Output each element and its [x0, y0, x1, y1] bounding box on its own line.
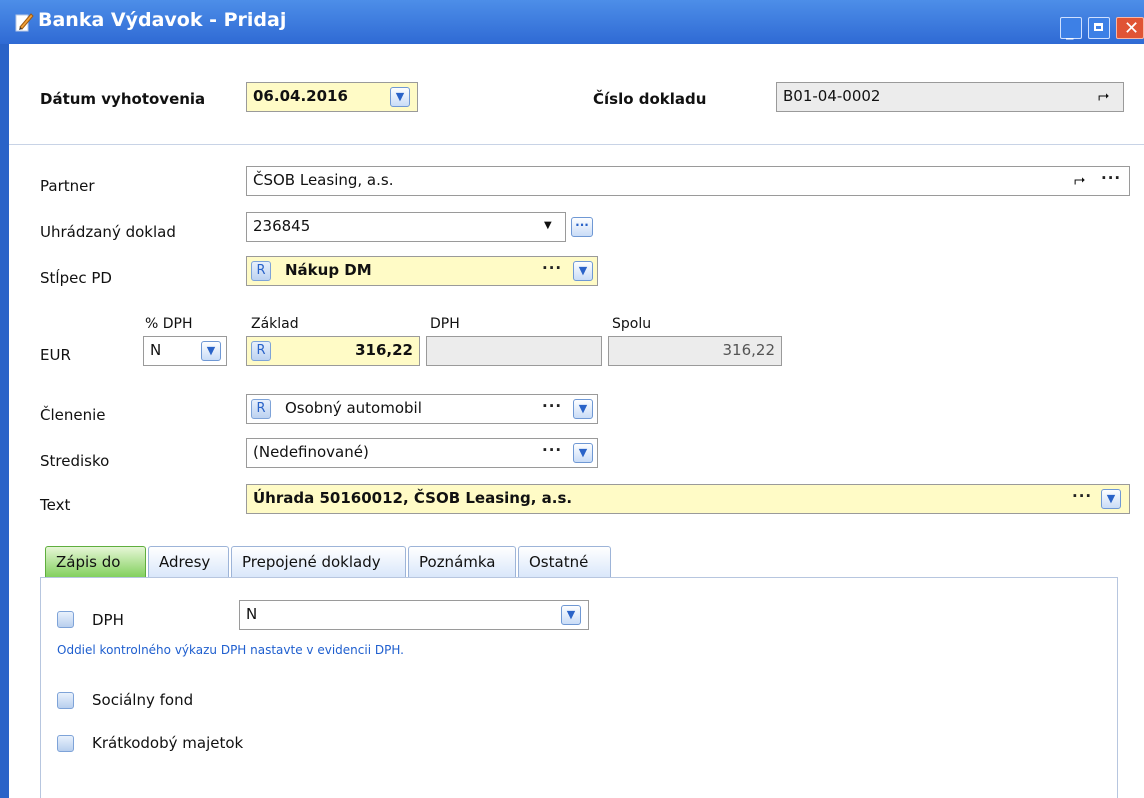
chevron-down-icon: ▼: [395, 90, 405, 103]
pencil-icon: [15, 13, 34, 32]
column-pd-r-badge[interactable]: R: [251, 261, 271, 281]
maximize-button[interactable]: [1088, 17, 1110, 39]
text-label: Text: [40, 496, 71, 514]
window-title: Banka Výdavok - Pridaj: [38, 9, 287, 31]
center-dropdown-button[interactable]: ▼: [573, 443, 593, 463]
base-amount-input[interactable]: 316,22: [246, 336, 420, 366]
chevron-down-icon: ▼: [578, 264, 588, 277]
text-dropdown-button[interactable]: ▼: [1101, 489, 1121, 509]
short-term-asset-checkbox[interactable]: [57, 735, 74, 752]
vat-info-text: Oddiel kontrolného výkazu DPH nastavte v…: [57, 643, 404, 657]
vat-pct-label: % DPH: [145, 316, 193, 332]
column-pd-value: Nákup DM: [285, 261, 372, 279]
total-label: Spolu: [612, 316, 652, 332]
base-r-badge[interactable]: R: [251, 341, 271, 361]
dialog-window: Banka Výdavok - Pridaj _ ✕ Dátum vyhotov…: [0, 0, 1144, 798]
maximize-icon: [1094, 23, 1103, 31]
chevron-down-icon: ▼: [578, 402, 588, 415]
paid-doc-label: Uhrádzaný doklad: [40, 223, 176, 241]
close-icon: ✕: [1124, 18, 1140, 39]
chevron-down-icon: ▼: [566, 608, 576, 621]
social-fund-label: Sociálny fond: [92, 691, 194, 709]
breakdown-dropdown-button[interactable]: ▼: [573, 399, 593, 419]
doc-number-label: Číslo dokladu: [593, 90, 707, 108]
tab-zapis-do[interactable]: Zápis do: [45, 546, 146, 578]
vat-type-select[interactable]: N: [239, 600, 589, 630]
vat-pct-dropdown-button[interactable]: ▼: [201, 341, 221, 361]
more-icon: ···: [575, 218, 589, 232]
tab-prepojene-doklady[interactable]: Prepojené doklady: [231, 546, 406, 578]
partner-refresh-icon[interactable]: ⮣: [1074, 172, 1085, 188]
total-amount-input[interactable]: 316,22: [608, 336, 782, 366]
vat-label: DPH: [430, 316, 460, 332]
breakdown-r-badge[interactable]: R: [251, 399, 271, 419]
social-fund-checkbox[interactable]: [57, 692, 74, 709]
column-pd-dropdown-button[interactable]: ▼: [573, 261, 593, 281]
paid-doc-caret-icon[interactable]: ▼: [544, 220, 552, 231]
vat-amount-input[interactable]: [426, 336, 602, 366]
minimize-icon: _: [1066, 22, 1074, 40]
date-label: Dátum vyhotovenia: [40, 90, 206, 108]
vat-type-dropdown-button[interactable]: ▼: [561, 605, 581, 625]
text-more-icon[interactable]: ···: [1072, 487, 1092, 505]
tab-ostatne[interactable]: Ostatné: [518, 546, 611, 578]
title-bar[interactable]: Banka Výdavok - Pridaj _ ✕: [0, 0, 1144, 44]
partner-input[interactable]: ČSOB Leasing, a.s.: [246, 166, 1130, 196]
text-input[interactable]: Úhrada 50160012, ČSOB Leasing, a.s.: [246, 484, 1130, 514]
breakdown-label: Členenie: [40, 406, 106, 424]
date-dropdown-button[interactable]: ▼: [390, 87, 410, 107]
partner-label: Partner: [40, 177, 95, 195]
close-button[interactable]: ✕: [1116, 17, 1144, 39]
chevron-down-icon: ▼: [206, 344, 216, 357]
tab-poznamka[interactable]: Poznámka: [408, 546, 516, 578]
vat-checkbox[interactable]: [57, 611, 74, 628]
center-more-icon[interactable]: ···: [542, 441, 562, 459]
column-pd-label: Stĺpec PD: [40, 269, 112, 287]
short-term-asset-label: Krátkodobý majetok: [92, 734, 244, 752]
center-label: Stredisko: [40, 452, 110, 470]
base-label: Základ: [251, 316, 299, 332]
paid-doc-input[interactable]: 236845: [246, 212, 566, 242]
chevron-down-icon: ▼: [1106, 492, 1116, 505]
doc-number-input[interactable]: B01-04-0002: [776, 82, 1124, 112]
minimize-button[interactable]: _: [1060, 17, 1082, 40]
paid-doc-browse-button[interactable]: ···: [571, 217, 593, 237]
breakdown-value: Osobný automobil: [285, 399, 422, 417]
column-pd-more-icon[interactable]: ···: [542, 259, 562, 277]
partner-more-icon[interactable]: ···: [1101, 169, 1121, 187]
refresh-icon[interactable]: ⮣: [1098, 88, 1109, 104]
vat-checkbox-label: DPH: [92, 611, 124, 629]
tab-adresy[interactable]: Adresy: [148, 546, 229, 578]
chevron-down-icon: ▼: [578, 446, 588, 459]
breakdown-more-icon[interactable]: ···: [542, 397, 562, 415]
currency-label: EUR: [40, 346, 71, 364]
window-border: [0, 44, 9, 798]
